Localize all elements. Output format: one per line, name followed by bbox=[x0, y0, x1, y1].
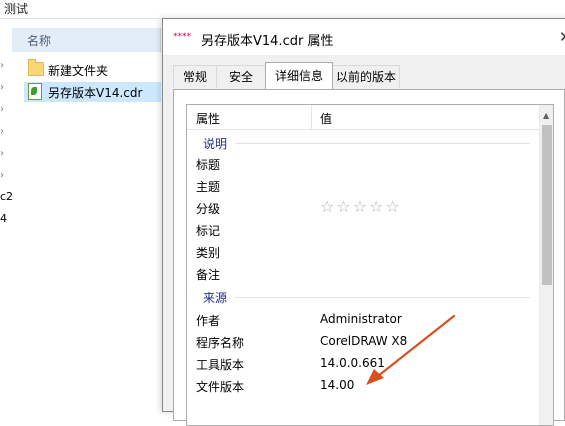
nav-side-text: c2 bbox=[0, 190, 14, 203]
file-name: 另存版本V14.cdr bbox=[48, 86, 143, 100]
tab-general[interactable]: 常规 bbox=[173, 65, 217, 88]
expand-chevron-icon[interactable]: › bbox=[0, 82, 4, 93]
close-icon[interactable]: ✕ bbox=[559, 28, 565, 46]
scroll-up-arrow-icon[interactable]: ▲ bbox=[543, 111, 549, 120]
vertical-scrollbar[interactable]: ▲ bbox=[539, 105, 553, 425]
expand-chevron-icon[interactable]: › bbox=[0, 104, 4, 115]
property-row[interactable]: 标题 bbox=[187, 153, 539, 175]
property-value[interactable]: CorelDRAW X8 bbox=[320, 334, 407, 348]
scrollbar-thumb[interactable] bbox=[542, 125, 552, 285]
property-row[interactable]: 备注 bbox=[187, 263, 539, 285]
group-title: 说明 bbox=[203, 137, 228, 151]
properties-list: 属性 值 说明 标题 主题 分级 ☆☆☆☆☆ 标记 类别 备注 来源 作者 Ad… bbox=[186, 104, 554, 426]
app-icon: **** bbox=[173, 32, 191, 42]
expand-chevron-icon[interactable]: › bbox=[0, 170, 4, 181]
property-row[interactable]: 主题 bbox=[187, 175, 539, 197]
properties-dialog: **** 另存版本V14.cdr 属性 ✕ 常规 安全 详细信息 以前的版本 属… bbox=[162, 18, 565, 426]
expand-chevron-icon[interactable]: › bbox=[0, 126, 4, 137]
property-name: 类别 bbox=[196, 246, 221, 260]
expand-chevron-icon[interactable]: › bbox=[0, 60, 4, 71]
tab-details[interactable]: 详细信息 bbox=[265, 62, 333, 89]
property-value[interactable]: Administrator bbox=[320, 312, 402, 326]
property-value[interactable]: 14.00 bbox=[320, 378, 354, 392]
property-row[interactable]: 文件版本 14.00 bbox=[187, 375, 539, 397]
group-header-description: 说明 bbox=[187, 133, 539, 153]
property-name: 作者 bbox=[196, 314, 221, 328]
file-list-item-selected[interactable]: 另存版本V14.cdr bbox=[24, 82, 161, 102]
list-header: 属性 值 bbox=[187, 105, 539, 130]
property-row[interactable]: 标记 bbox=[187, 219, 539, 241]
property-name: 分级 bbox=[196, 202, 221, 216]
group-header-origin: 来源 bbox=[187, 287, 539, 307]
group-divider bbox=[235, 143, 530, 144]
dialog-title: 另存版本V14.cdr 属性 bbox=[201, 34, 334, 49]
property-name: 备注 bbox=[196, 268, 221, 282]
explorer-title: 测试 bbox=[4, 2, 29, 16]
folder-icon bbox=[28, 59, 44, 76]
name-column-label: 名称 bbox=[27, 34, 52, 48]
property-row[interactable]: 工具版本 14.0.0.661 bbox=[187, 353, 539, 375]
nav-side-text: 4 bbox=[0, 212, 7, 225]
details-tab-panel: 属性 值 说明 标题 主题 分级 ☆☆☆☆☆ 标记 类别 备注 来源 作者 Ad… bbox=[173, 89, 565, 426]
property-value[interactable]: 14.0.0.661 bbox=[320, 356, 385, 370]
column-header-value[interactable]: 值 bbox=[320, 110, 332, 127]
property-name: 工具版本 bbox=[196, 358, 245, 372]
cdr-file-icon bbox=[28, 83, 42, 100]
dialog-titlebar[interactable]: **** 另存版本V14.cdr 属性 ✕ bbox=[163, 19, 565, 55]
property-name: 标记 bbox=[196, 224, 221, 238]
file-list-item[interactable]: 新建文件夹 bbox=[24, 59, 161, 80]
property-name: 文件版本 bbox=[196, 380, 245, 394]
tab-security[interactable]: 安全 bbox=[216, 65, 266, 88]
property-row[interactable]: 程序名称 CorelDRAW X8 bbox=[187, 331, 539, 353]
group-title: 来源 bbox=[203, 291, 228, 305]
property-row[interactable]: 分级 ☆☆☆☆☆ bbox=[187, 197, 539, 219]
group-divider bbox=[235, 297, 530, 298]
rating-stars-icon[interactable]: ☆☆☆☆☆ bbox=[320, 197, 402, 216]
name-column-header[interactable]: 名称 bbox=[12, 28, 161, 52]
property-row[interactable]: 类别 bbox=[187, 241, 539, 263]
property-row[interactable]: 作者 Administrator bbox=[187, 309, 539, 331]
tab-previous-versions[interactable]: 以前的版本 bbox=[332, 65, 400, 88]
property-name: 标题 bbox=[196, 158, 221, 172]
column-header-property[interactable]: 属性 bbox=[196, 110, 220, 127]
property-name: 主题 bbox=[196, 180, 221, 194]
property-name: 程序名称 bbox=[196, 336, 245, 350]
column-divider[interactable] bbox=[311, 105, 312, 129]
file-name: 新建文件夹 bbox=[48, 64, 109, 78]
expand-chevron-icon[interactable]: › bbox=[0, 148, 4, 159]
